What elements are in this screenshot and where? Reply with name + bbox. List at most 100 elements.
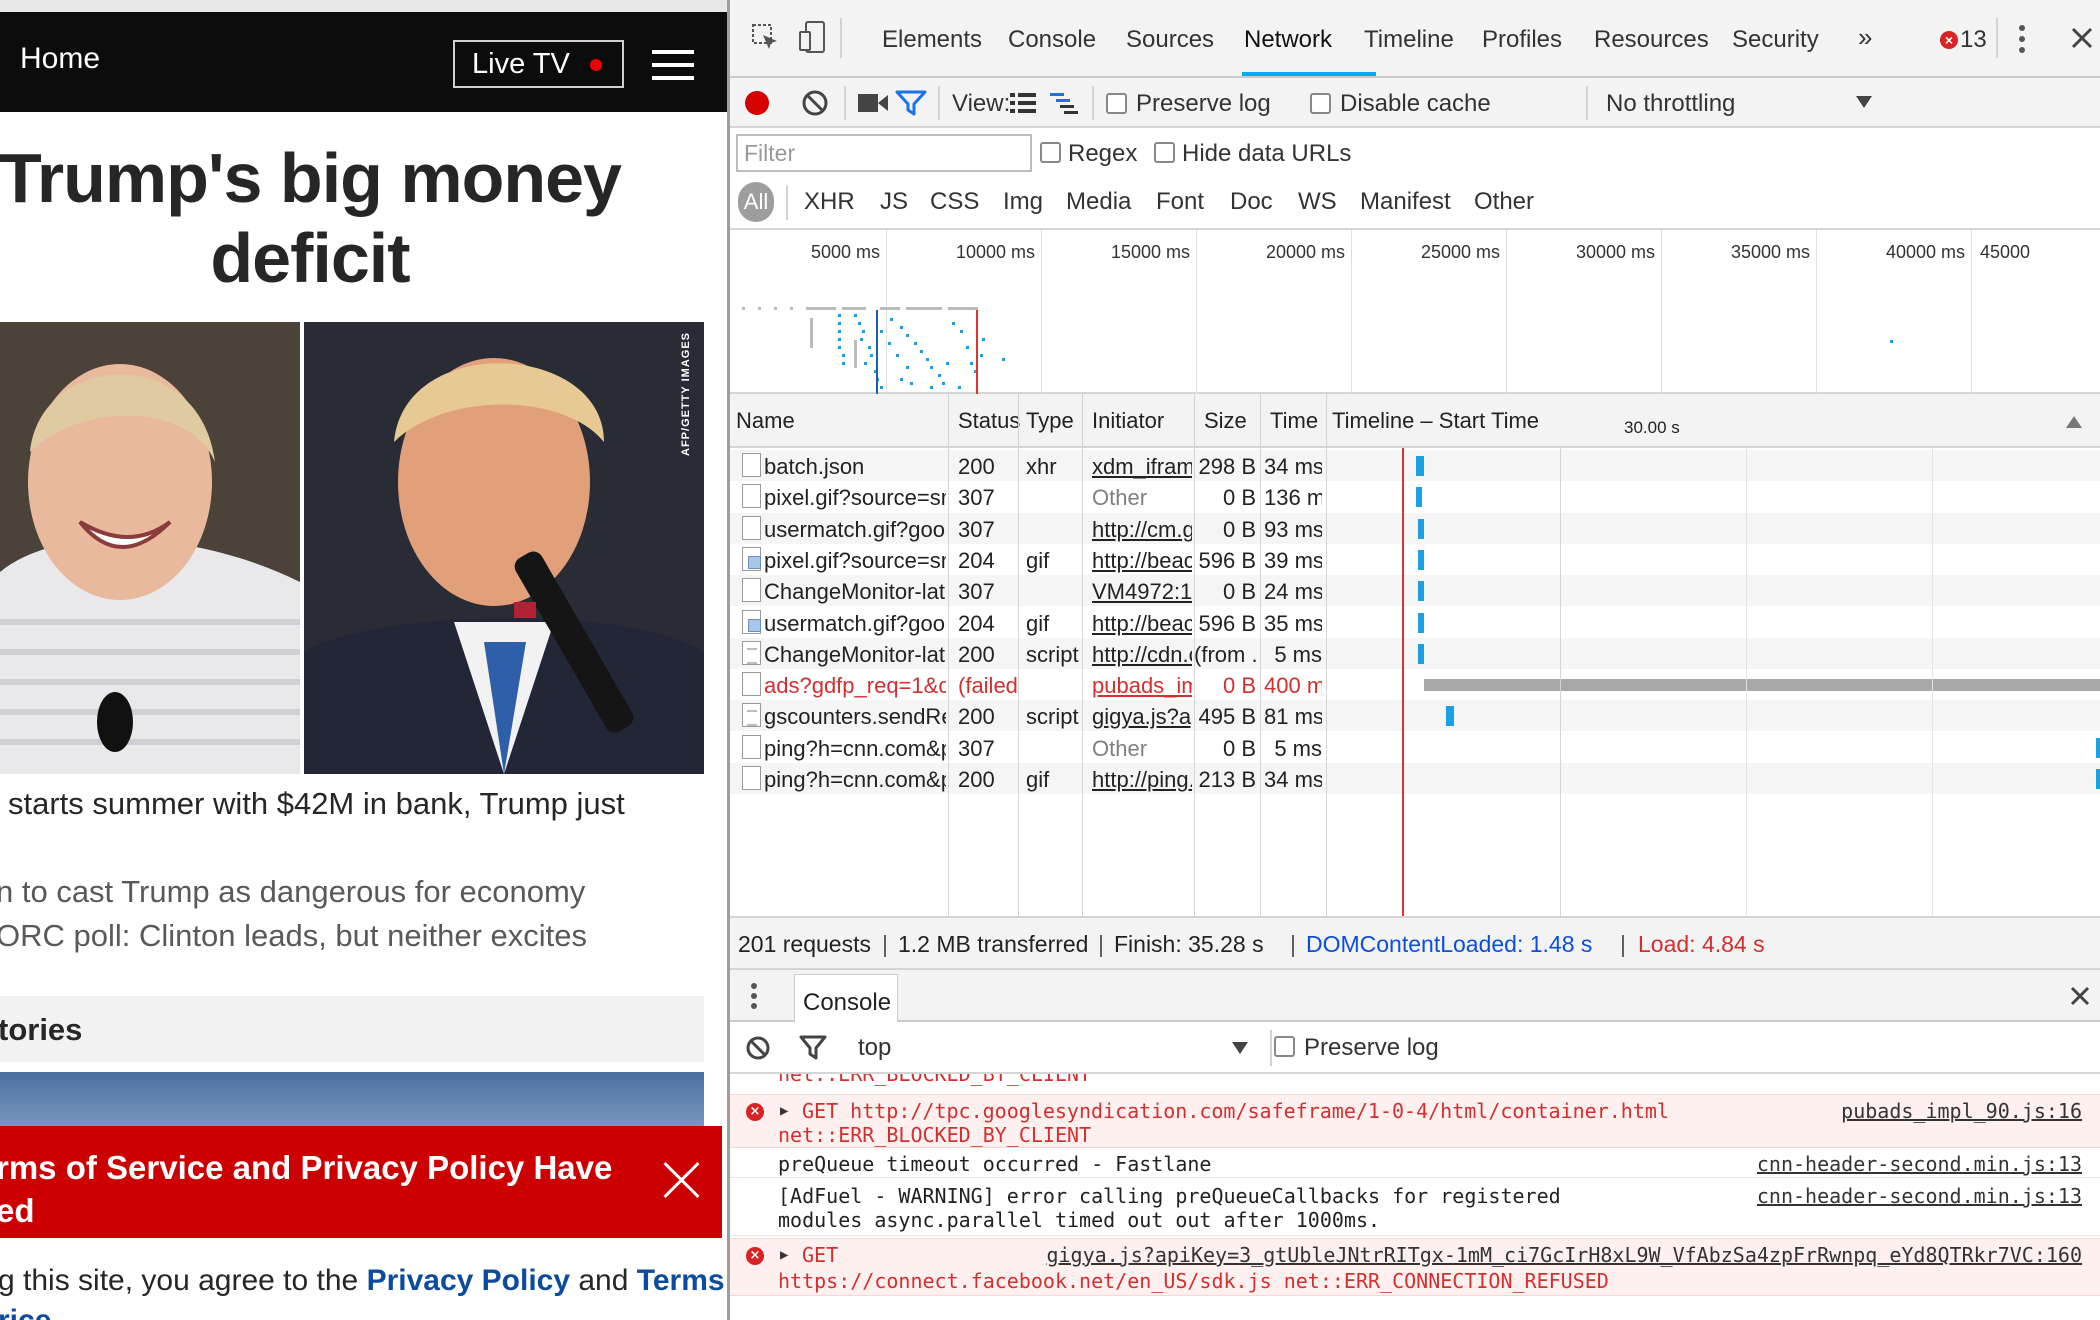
close-icon[interactable] (662, 1160, 702, 1200)
tab-elements[interactable]: Elements (882, 26, 982, 54)
column-header-timeline[interactable]: Timeline – Start Time (1332, 408, 1539, 434)
console-source-link[interactable]: cnn-header-second.min.js:13 (1757, 1152, 2082, 1176)
clear-console-icon[interactable] (744, 1034, 772, 1062)
document-file-icon (742, 484, 761, 509)
terms-link[interactable]: Terms (637, 1264, 725, 1297)
filter-type-all[interactable]: All (738, 182, 774, 222)
filter-type-ws[interactable]: WS (1298, 188, 1337, 216)
filter-type-doc[interactable]: Doc (1230, 188, 1273, 216)
article-caption[interactable]: starts summer with $42M in bank, Trump j… (8, 786, 625, 822)
console-message-info[interactable]: [AdFuel - WARNING] error calling preQueu… (730, 1180, 2100, 1236)
record-icon[interactable] (742, 88, 772, 118)
console-message-info[interactable]: preQueue timeout occurred - Fastlane cnn… (730, 1150, 2100, 1178)
device-mode-icon[interactable] (798, 20, 826, 54)
tab-timeline[interactable]: Timeline (1364, 26, 1454, 54)
waterfall-bar (1446, 706, 1454, 727)
live-tv-button[interactable]: Live TV (453, 40, 624, 88)
overview-waterfall-icon[interactable] (1050, 92, 1080, 116)
document-file-icon (742, 578, 761, 603)
console-message-line2[interactable]: https://connect.facebook.net/en_US/sdk.j… (778, 1269, 1609, 1293)
filter-type-font[interactable]: Font (1156, 188, 1204, 216)
error-count-badge[interactable]: × 13 (1940, 26, 1987, 54)
filter-type-xhr[interactable]: XHR (804, 188, 855, 216)
headline-photo[interactable]: AFP/GETTY IMAGES (0, 322, 704, 774)
terms-link-line2[interactable]: rice (0, 1304, 51, 1320)
clear-icon[interactable] (800, 88, 830, 118)
table-row[interactable]: ping?h=cnn.com&p=%2... 200 gif http://ping.… (730, 763, 2100, 794)
drawer-menu-icon[interactable] (750, 982, 758, 1010)
expand-caret-icon[interactable]: ▶ (780, 1103, 788, 1119)
chevron-down-icon[interactable] (1856, 96, 1872, 108)
table-row[interactable]: usermatch.gif?google_g... 204 gif http://be… (730, 607, 2100, 638)
console-source-link[interactable]: gigya.js?apiKey=3_gtUbleJNtrRITgx-1mM_ci… (1046, 1243, 2082, 1267)
column-header-type[interactable]: Type (1026, 408, 1074, 434)
toolbar-separator-3 (1092, 86, 1094, 120)
context-chevron-down-icon[interactable] (1232, 1042, 1248, 1054)
filter-type-media[interactable]: Media (1066, 188, 1131, 216)
close-devtools-icon[interactable] (2070, 26, 2094, 50)
console-source-link[interactable]: pubads_impl_90.js:16 (1841, 1099, 2082, 1123)
hamburger-menu-icon[interactable] (652, 50, 694, 80)
console-filter-icon[interactable] (798, 1034, 828, 1062)
table-row[interactable]: gscounters.sendReport... 200 script gigya.j… (730, 700, 2100, 732)
table-row[interactable]: batch.json 200 xhr xdm_iframe....298 B 34 ms (730, 450, 2100, 481)
table-row[interactable]: ping?h=cnn.com&p=%2... 307 Other 0 B 5 ms (730, 732, 2100, 763)
preserve-log-checkbox[interactable] (1106, 93, 1127, 114)
filter-type-js[interactable]: JS (880, 188, 908, 216)
sort-ascending-icon[interactable] (2066, 416, 2082, 428)
filter-type-other[interactable]: Other (1474, 188, 1534, 216)
filter-icon[interactable] (894, 88, 928, 118)
kebab-menu-icon[interactable] (2018, 24, 2026, 54)
privacy-policy-link[interactable]: Privacy Policy (367, 1264, 570, 1297)
context-selector[interactable]: top (858, 1034, 891, 1062)
more-tabs-chevron-icon[interactable]: » (1858, 22, 1872, 53)
column-header-name[interactable]: Name (736, 408, 795, 434)
tab-profiles[interactable]: Profiles (1482, 26, 1562, 54)
console-preserve-log-checkbox[interactable] (1274, 1036, 1295, 1057)
column-header-status[interactable]: Status (958, 408, 1020, 434)
regex-checkbox[interactable] (1040, 142, 1061, 163)
column-header-time[interactable]: Time (1270, 408, 1318, 434)
article-headline[interactable]: Trump's big money deficit (0, 138, 630, 298)
column-header-initiator[interactable]: Initiator (1092, 408, 1164, 434)
throttling-select[interactable]: No throttling (1606, 90, 1735, 118)
story-image[interactable] (0, 1072, 704, 1132)
hide-data-urls-checkbox[interactable] (1154, 142, 1175, 163)
related-link-2[interactable]: ORC poll: Clinton leads, but neither exc… (0, 918, 587, 954)
tab-console[interactable]: Console (1008, 26, 1096, 54)
disable-cache-checkbox[interactable] (1310, 93, 1331, 114)
tab-security[interactable]: Security (1732, 26, 1819, 54)
column-header-size[interactable]: Size (1204, 408, 1247, 434)
table-row[interactable]: ChangeMonitor-latest.js 307 VM4972:148 0 B 2… (730, 575, 2100, 607)
drawer-tab-console[interactable]: Console (794, 974, 898, 1022)
capture-screenshots-icon[interactable] (856, 90, 890, 116)
expand-caret-icon[interactable]: ▶ (780, 1247, 788, 1263)
table-row[interactable]: usermatch.gif?google_g... 307 http://cm.g.… (730, 512, 2100, 544)
network-overview[interactable]: 5000 ms 10000 ms 15000 ms 20000 ms 25000… (730, 230, 2100, 394)
console-message-line1[interactable]: GET http://tpc.googlesyndication.com/saf… (802, 1099, 1669, 1123)
table-row[interactable]: ads?gdfp_req=1&correl... (failed) pubads_i… (730, 669, 2100, 700)
cell-type: xhr (1026, 454, 1057, 479)
table-row[interactable]: pixel.gif?source=smartt... 307 Other 0 B 136… (730, 481, 2100, 512)
tab-network[interactable]: Network (1244, 26, 1332, 54)
filter-input-box[interactable] (736, 134, 1032, 172)
table-row[interactable]: ChangeMonitor-latest.js 200 script http://c… (730, 637, 2100, 669)
home-link[interactable]: Home (20, 42, 100, 76)
tab-sources[interactable]: Sources (1126, 26, 1214, 54)
filter-type-css[interactable]: CSS (930, 188, 979, 216)
inspect-element-icon[interactable] (750, 22, 780, 52)
console-message-error[interactable]: × ▶ GET https://connect.facebook.net/en_… (730, 1238, 2100, 1296)
overview-tick: 30000 ms (1575, 242, 1655, 262)
filter-input[interactable] (738, 136, 1030, 170)
large-rows-icon[interactable] (1010, 92, 1036, 114)
close-drawer-icon[interactable] (2070, 986, 2090, 1006)
console-source-link[interactable]: cnn-header-second.min.js:13 (1757, 1184, 2082, 1208)
filter-type-manifest[interactable]: Manifest (1360, 188, 1451, 216)
tab-resources[interactable]: Resources (1594, 26, 1709, 54)
filter-type-img[interactable]: Img (1003, 188, 1043, 216)
table-row[interactable]: pixel.gif?source=smartt... 204 gif http://b… (730, 544, 2100, 575)
console-toolbar: top Preserve log (730, 1022, 2100, 1074)
related-link-1[interactable]: n to cast Trump as dangerous for economy (0, 874, 585, 910)
console-message-error[interactable]: × ▶ GET http://tpc.googlesyndication.com… (730, 1094, 2100, 1148)
column-line (948, 394, 949, 916)
